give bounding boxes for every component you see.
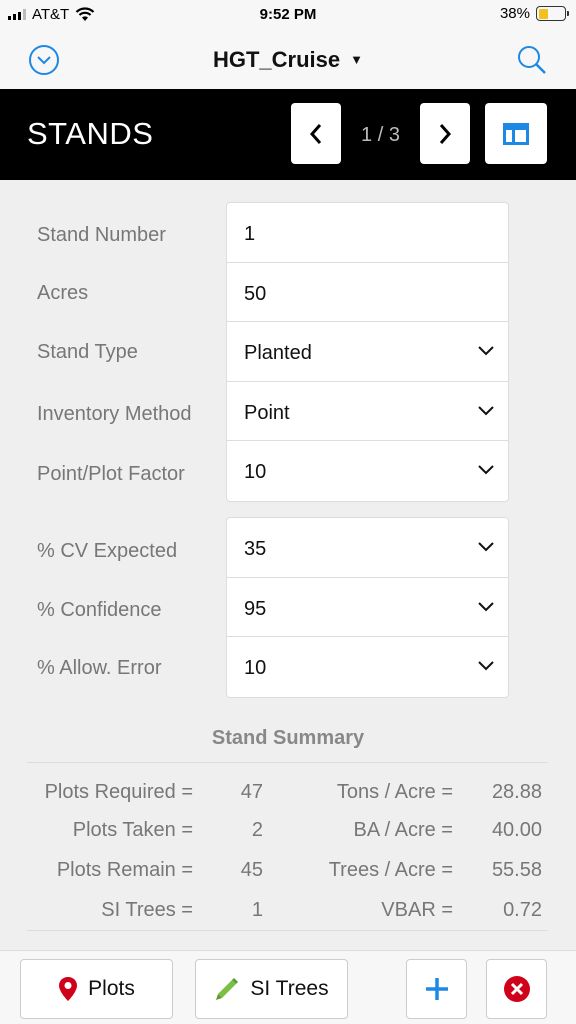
inventory-method-select[interactable]: Point [227, 382, 508, 441]
inventory-method-label: Inventory Method [37, 403, 192, 425]
chevron-down-icon [478, 346, 494, 356]
allow-error-label: % Allow. Error [37, 657, 162, 679]
chevron-left-icon [309, 123, 322, 144]
status-bar: AT&T 9:52 PM 38% [0, 0, 576, 30]
map-pin-icon [59, 977, 78, 1001]
acres-label: Acres [37, 282, 89, 304]
summary-divider-bottom [27, 930, 548, 931]
si-trees-label: SI Trees = [101, 899, 193, 921]
delete-button[interactable] [486, 959, 547, 1019]
section-header: STANDS 1 / 3 [0, 89, 576, 180]
confidence-select[interactable]: 95 [227, 578, 508, 637]
summary-divider-top [27, 762, 548, 763]
vbar-label: VBAR = [381, 899, 453, 921]
battery-percent: 38% [499, 5, 530, 22]
statistics-fields-group: 35 95 10 [226, 517, 509, 698]
ba-acre-value: 40.00 [491, 819, 542, 841]
page-indicator: 1 / 3 [361, 124, 400, 146]
plots-taken-value: 2 [251, 819, 263, 841]
stand-number-value: 1 [244, 223, 256, 245]
cv-expected-label: % CV Expected [37, 540, 178, 562]
bottom-toolbar: Plots SI Trees [0, 950, 576, 1024]
chevron-down-icon [478, 542, 494, 552]
chevron-down-icon [478, 405, 494, 415]
chevron-right-icon [439, 123, 452, 144]
chevron-down-icon [478, 601, 494, 611]
trees-acre-label: Trees / Acre = [328, 859, 453, 881]
trees-acre-value: 55.58 [491, 859, 542, 881]
vbar-value: 0.72 [503, 899, 542, 921]
chevron-down-icon [478, 465, 494, 475]
battery-group: 38% [499, 5, 569, 22]
stand-number-label: Stand Number [37, 224, 166, 246]
caret-down-icon: ▼ [350, 52, 364, 67]
add-button[interactable] [406, 959, 467, 1019]
si-trees-button-label: SI Trees [250, 977, 329, 1000]
si-trees-button[interactable]: SI Trees [195, 959, 348, 1019]
plot-factor-label: Point/Plot Factor [37, 463, 185, 485]
cv-expected-select[interactable]: 35 [227, 518, 508, 578]
allow-error-value: 10 [244, 657, 267, 679]
confidence-label: % Confidence [37, 599, 162, 621]
plot-factor-select[interactable]: 10 [227, 441, 508, 501]
plot-factor-value: 10 [244, 461, 267, 483]
project-title: HGT_Cruise [212, 47, 341, 72]
acres-field[interactable]: 50 [227, 263, 508, 322]
nav-bar: HGT_Cruise ▼ [0, 30, 576, 89]
plots-required-label: Plots Required = [44, 781, 193, 803]
stand-type-select[interactable]: Planted [227, 322, 508, 382]
ba-acre-label: BA / Acre = [353, 819, 453, 841]
stand-fields-group: 1 50 Planted Point 10 [226, 202, 509, 502]
inventory-method-value: Point [244, 401, 290, 424]
table-view-button[interactable] [485, 103, 547, 164]
allow-error-select[interactable]: 10 [227, 637, 508, 697]
plots-button[interactable]: Plots [20, 959, 173, 1019]
search-icon[interactable] [516, 44, 548, 76]
summary-title: Stand Summary [211, 727, 365, 749]
plots-button-label: Plots [88, 977, 135, 1000]
plots-required-value: 47 [240, 781, 263, 803]
plots-taken-label: Plots Taken = [72, 819, 193, 841]
close-circle-icon [503, 976, 530, 1002]
acres-value: 50 [244, 282, 267, 305]
stand-type-label: Stand Type [37, 341, 138, 363]
clock: 9:52 PM [259, 6, 317, 23]
battery-icon [536, 6, 569, 21]
stand-type-value: Planted [244, 342, 312, 364]
table-layout-icon [503, 122, 529, 145]
next-button[interactable] [420, 103, 470, 164]
chevron-down-icon [478, 661, 494, 671]
plots-remain-label: Plots Remain = [56, 859, 193, 881]
stand-number-field[interactable]: 1 [227, 203, 508, 263]
tons-acre-value: 28.88 [491, 781, 542, 803]
cv-expected-value: 35 [244, 538, 267, 560]
previous-button[interactable] [291, 103, 341, 164]
plots-remain-value: 45 [240, 859, 263, 881]
confidence-value: 95 [244, 597, 267, 620]
plus-icon [425, 978, 448, 1000]
si-trees-value: 1 [251, 899, 263, 921]
tons-acre-label: Tons / Acre = [336, 781, 453, 803]
project-selector[interactable]: HGT_Cruise ▼ [0, 47, 576, 73]
pencil-icon [216, 978, 239, 1000]
section-title: STANDS [27, 116, 154, 151]
